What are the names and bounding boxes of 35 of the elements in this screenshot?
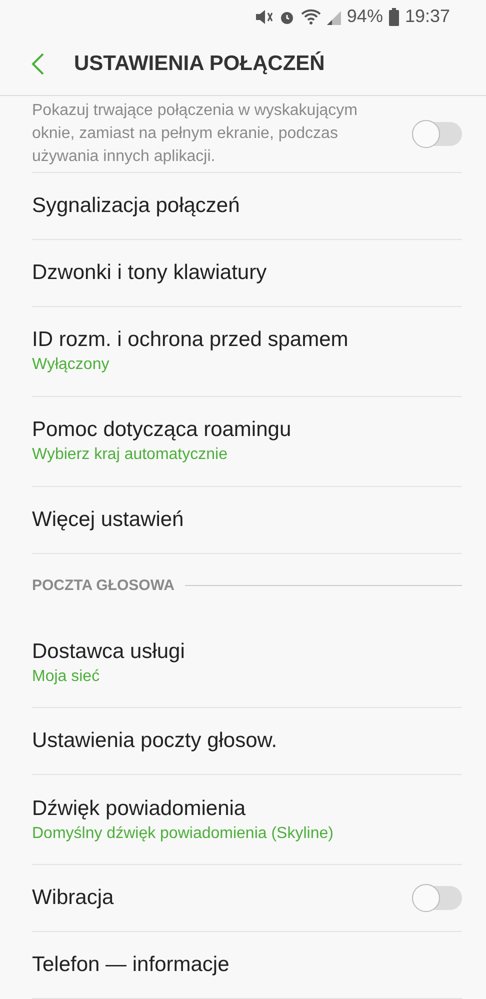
wifi-icon: [300, 8, 321, 25]
item-title: Dźwięk powiadomienia: [32, 796, 247, 820]
battery-percent: 94%: [346, 6, 383, 28]
item-subtitle: Wyłączony: [32, 356, 110, 374]
settings-item[interactable]: Telefon — informacje: [32, 932, 462, 999]
settings-item[interactable]: Więcej ustawień: [32, 486, 462, 554]
item-subtitle: Wybierz kraj automatycznie: [32, 446, 228, 464]
item-title: ID rozm. i ochrona przed spamem: [32, 328, 348, 352]
toggle-switch[interactable]: [412, 886, 462, 910]
page-title: USTAWIENIA POŁĄCZEŃ: [74, 52, 325, 76]
item-subtitle: Domyślny dźwięk powiadomienia (Skyline): [32, 824, 334, 842]
setting-description: Pokazuj trwające połączenia w wyskakującym oknie, zamiast na pełnym ekranie, podczas używania innych aplikacji.: [32, 101, 358, 168]
item-title: Pomoc dotycząca roamingu: [32, 418, 292, 442]
settings-item[interactable]: Sygnalizacja połączeń: [32, 172, 462, 240]
mute-icon: [254, 8, 273, 25]
settings-item[interactable]: Ustawienia poczty głosow.: [32, 708, 462, 775]
section-header: POCZTA GŁOSOWA: [32, 577, 174, 594]
item-title: Wibracja: [32, 886, 114, 910]
item-title: Sygnalizacja połączeń: [32, 194, 240, 218]
signal-icon: [326, 8, 341, 25]
item-title: Więcej ustawień: [32, 508, 184, 532]
settings-item[interactable]: Wibracja: [32, 865, 462, 932]
settings-item[interactable]: Dźwięk powiadomienia Domyślny dźwięk powiadomienia (Skyline): [32, 775, 462, 865]
settings-item[interactable]: Dostawca usługi Moja sieć: [32, 618, 462, 708]
item-title: Ustawienia poczty głosow.: [32, 729, 278, 753]
clock-time: 19:37: [404, 6, 450, 28]
settings-item[interactable]: ID rozm. i ochrona przed spamem Wyłączony: [32, 306, 462, 397]
item-title: Telefon — informacje: [32, 953, 230, 977]
item-subtitle: Moja sieć: [32, 668, 101, 686]
battery-icon: [388, 8, 399, 26]
item-title: Dostawca usługi: [32, 640, 185, 664]
toggle-switch[interactable]: [412, 122, 462, 146]
settings-item[interactable]: Dzwonki i tony klawiatury: [32, 240, 462, 307]
item-title: Dzwonki i tony klawiatury: [32, 260, 267, 285]
settings-item[interactable]: Pomoc dotycząca roamingu Wybierz kraj automatycznie: [32, 396, 462, 487]
